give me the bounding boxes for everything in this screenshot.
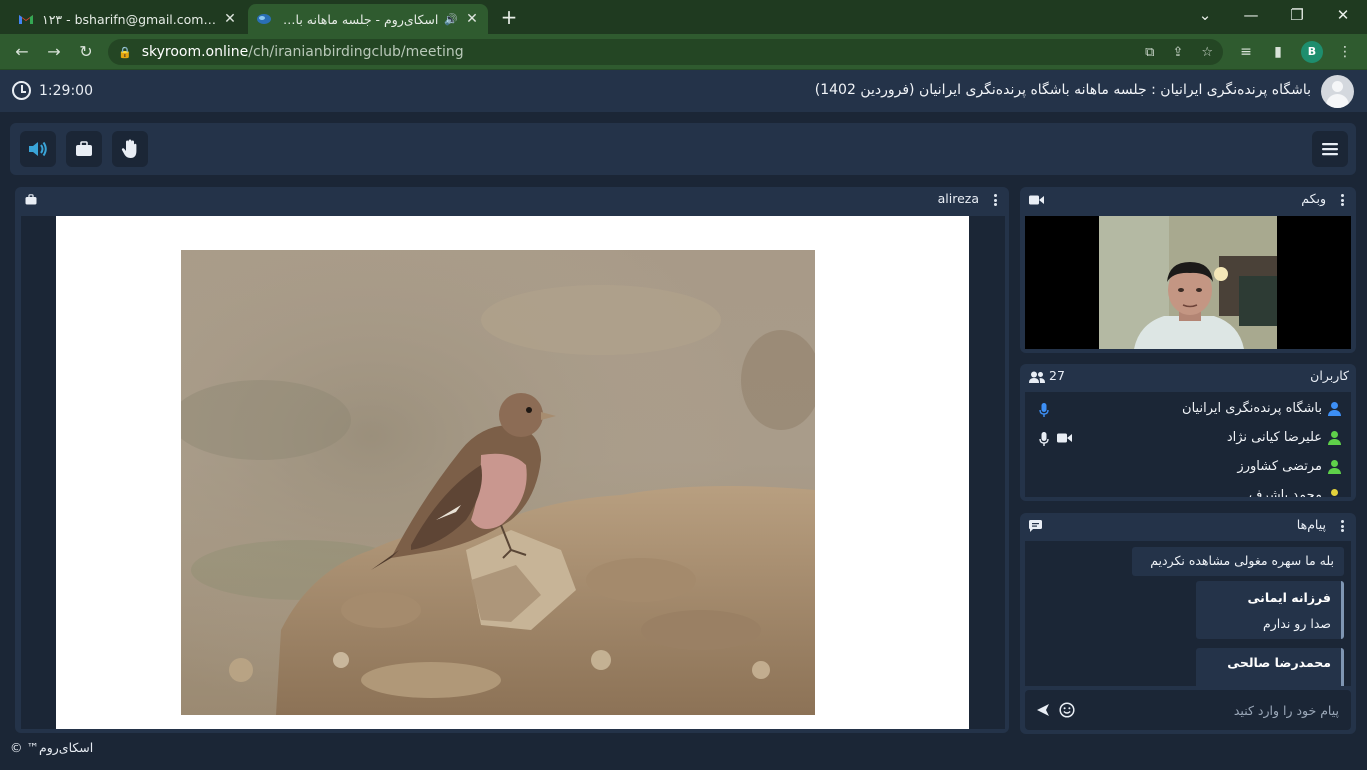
users-count: 27: [1049, 368, 1065, 383]
new-tab-button[interactable]: +: [498, 6, 520, 28]
lock-icon: 🔒: [118, 45, 132, 59]
chat-message-input[interactable]: [1089, 698, 1339, 722]
close-window-icon[interactable]: ✕: [1328, 4, 1358, 26]
browser-menu-icon[interactable]: ⋮: [1333, 40, 1357, 64]
video-camera-icon: [1029, 195, 1044, 205]
speaker-volume-icon: [29, 141, 47, 157]
briefcase-icon: [76, 141, 92, 156]
user-icon: [1328, 402, 1341, 416]
user-row[interactable]: علیرضا کیانی نژاد: [1025, 424, 1351, 452]
users-panel: 27 کاربران باشگاه پرنده‌نگری ایرانیان عل…: [1020, 364, 1356, 501]
chat-message: فرزانه ایمانی صدا رو ندارم: [1196, 581, 1344, 639]
address-bar[interactable]: 🔒 skyroom.online/ch/iranianbirdingclub/m…: [108, 39, 1223, 65]
user-icon: [1328, 460, 1341, 474]
user-row[interactable]: محمد باشرف: [1025, 482, 1351, 497]
browser-tab-strip: ۱۲۳ - bsharifn@gmail.com - Gmail ✕ اسکای…: [0, 0, 1367, 34]
speaker-icon[interactable]: 🔊: [444, 13, 458, 26]
room-title: باشگاه پرنده‌نگری ایرانیان : جلسه ماهانه…: [814, 82, 1311, 98]
bird-photo: [181, 250, 815, 715]
microphone-icon: [1039, 403, 1049, 417]
user-name: محمد باشرف: [1249, 488, 1322, 497]
close-tab-icon[interactable]: ✕: [464, 11, 480, 27]
main-menu-button[interactable]: [1312, 131, 1348, 167]
chat-panel: پیام‌ها بله ما سهره مغولی مشاهده نکردیم …: [1020, 513, 1356, 734]
message-text: بله ما سهره مغولی مشاهده نکردیم: [1150, 553, 1334, 568]
skyroom-icon: [257, 14, 271, 24]
user-icon: [1328, 431, 1341, 445]
timer-value: 1:29:00: [39, 82, 93, 99]
gmail-icon: [19, 15, 33, 24]
slide-area: [21, 216, 1005, 729]
tab-skyroom[interactable]: اسکای‌روم - جلسه ماهانه باشگاه 🔊 ✕: [248, 4, 488, 34]
video-camera-icon: [1057, 433, 1072, 443]
close-tab-icon[interactable]: ✕: [222, 11, 238, 27]
send-icon[interactable]: [1036, 703, 1050, 717]
message-sender: فرزانه ایمانی: [1247, 590, 1331, 605]
files-button[interactable]: [66, 131, 102, 167]
tab-gmail[interactable]: ۱۲۳ - bsharifn@gmail.com - Gmail ✕: [10, 4, 246, 34]
speaker-button[interactable]: [20, 131, 56, 167]
presentation-panel: alireza: [15, 187, 1009, 733]
share-icon[interactable]: ⇪: [1172, 45, 1183, 60]
media-control-icon[interactable]: ≡: [1234, 40, 1258, 64]
forward-icon[interactable]: →: [42, 40, 66, 64]
user-icon: [1328, 489, 1341, 497]
session-timer: 1:29:00: [12, 81, 93, 100]
chat-message: بله ما سهره مغولی مشاهده نکردیم: [1132, 547, 1344, 576]
clock-icon: [12, 81, 31, 100]
meeting-toolbar: [10, 123, 1356, 175]
slide: [56, 216, 969, 729]
briefcase-icon: [25, 194, 37, 205]
hand-icon: [121, 139, 137, 158]
webcam-video-area: [1025, 216, 1351, 349]
user-row[interactable]: مرتضی کشاورز: [1025, 453, 1351, 481]
chat-title: پیام‌ها: [1296, 517, 1326, 532]
reload-icon[interactable]: ↻: [74, 40, 98, 64]
hamburger-icon: [1322, 143, 1338, 156]
chat-options-icon[interactable]: [1337, 519, 1347, 533]
room-avatar[interactable]: [1321, 75, 1354, 108]
room-header: 1:29:00 باشگاه پرنده‌نگری ایرانیان : جلس…: [0, 70, 1367, 112]
restore-icon[interactable]: ❐: [1282, 4, 1312, 26]
translate-icon[interactable]: ⧉: [1145, 45, 1154, 60]
users-title: کاربران: [1310, 368, 1349, 383]
profile-avatar[interactable]: B: [1301, 41, 1323, 63]
footer-brand: اسکای‌روم™ ©: [10, 740, 94, 755]
tab-title: اسکای‌روم - جلسه ماهانه باشگاه: [280, 11, 439, 27]
chat-composer: [1025, 690, 1351, 730]
bookmark-star-icon[interactable]: ☆: [1201, 45, 1213, 60]
users-list: باشگاه پرنده‌نگری ایرانیان علیرضا کیانی …: [1025, 392, 1351, 497]
webcam-title: وبکم: [1301, 191, 1326, 206]
url-path: /ch/iranianbirdingclub/meeting: [248, 44, 464, 60]
webcam-panel: وبکم: [1020, 187, 1356, 353]
tab-search-icon[interactable]: ⌄: [1190, 4, 1220, 26]
side-panel-icon[interactable]: ▮: [1266, 40, 1290, 64]
minimize-icon[interactable]: —: [1236, 4, 1266, 26]
webcam-video: [1099, 216, 1277, 349]
raise-hand-button[interactable]: [112, 131, 148, 167]
url-host: skyroom.online: [141, 44, 249, 60]
message-text: صدا رو ندارم: [1263, 616, 1331, 631]
emoji-icon[interactable]: [1059, 702, 1075, 718]
user-name: مرتضی کشاورز: [1237, 459, 1322, 474]
user-name: باشگاه پرنده‌نگری ایرانیان: [1182, 401, 1322, 416]
webcam-options-icon[interactable]: [1337, 193, 1347, 207]
chat-message: محمدرضا صالحی: [1196, 648, 1344, 686]
presenter-name: alireza: [937, 191, 979, 206]
chat-bubble-icon: [1029, 520, 1042, 532]
user-row[interactable]: باشگاه پرنده‌نگری ایرانیان: [1025, 395, 1351, 423]
chat-messages: بله ما سهره مغولی مشاهده نکردیم فرزانه ا…: [1025, 541, 1351, 686]
back-icon[interactable]: ←: [10, 40, 34, 64]
browser-toolbar: ← → ↻ 🔒 skyroom.online/ch/iranianbirding…: [0, 34, 1367, 70]
user-name: علیرضا کیانی نژاد: [1226, 430, 1322, 445]
users-icon: [1029, 371, 1045, 383]
message-sender: محمدرضا صالحی: [1227, 655, 1331, 670]
tab-title: ۱۲۳ - bsharifn@gmail.com - Gmail: [42, 11, 216, 27]
microphone-icon: [1039, 432, 1049, 446]
presentation-options-icon[interactable]: [990, 193, 1000, 207]
